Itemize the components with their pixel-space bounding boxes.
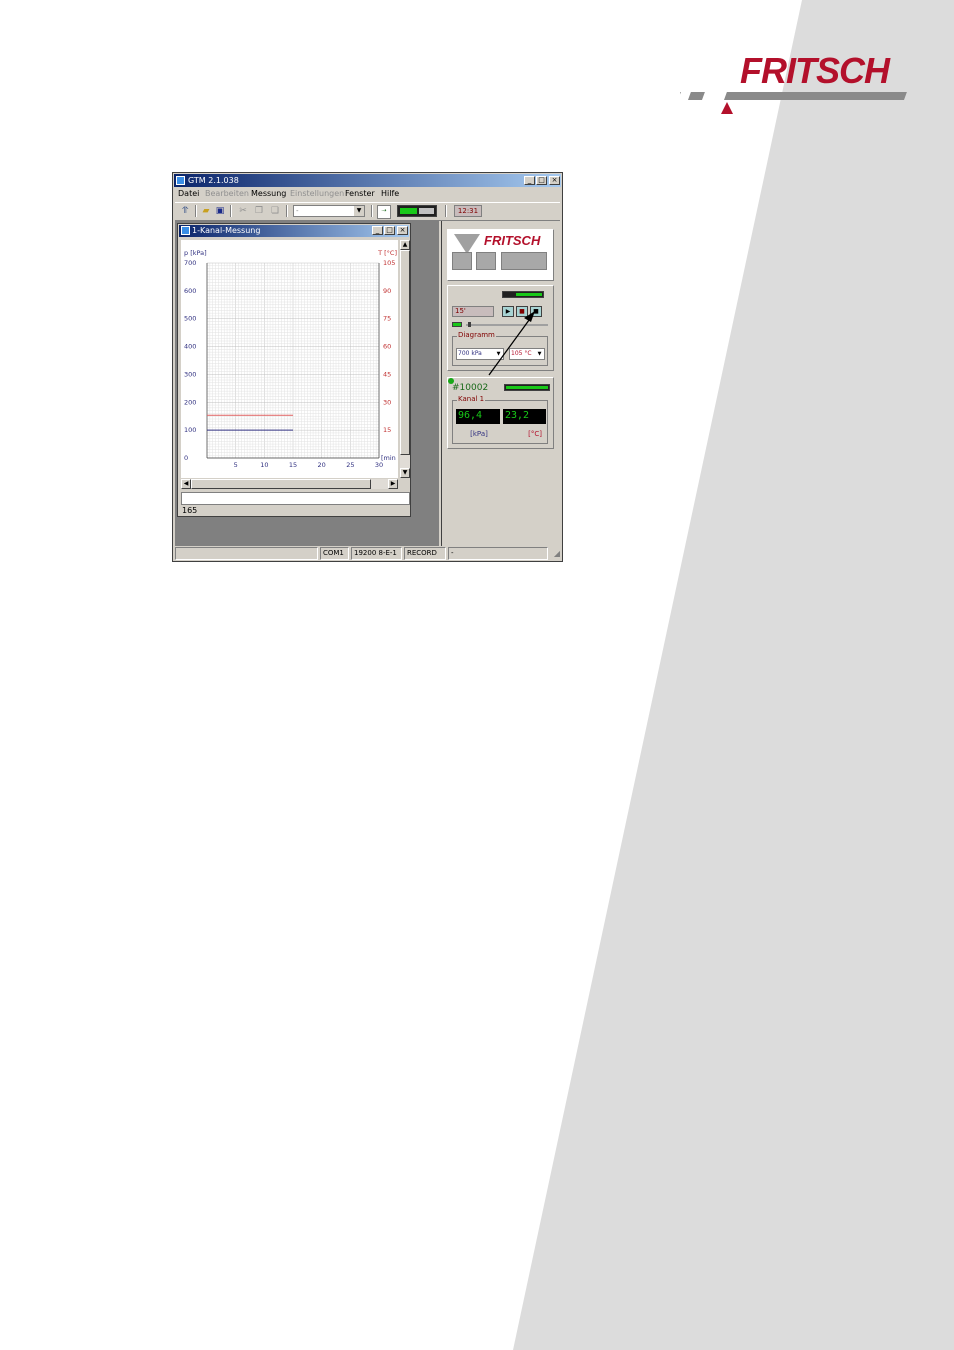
annotation-arrow <box>488 311 535 376</box>
